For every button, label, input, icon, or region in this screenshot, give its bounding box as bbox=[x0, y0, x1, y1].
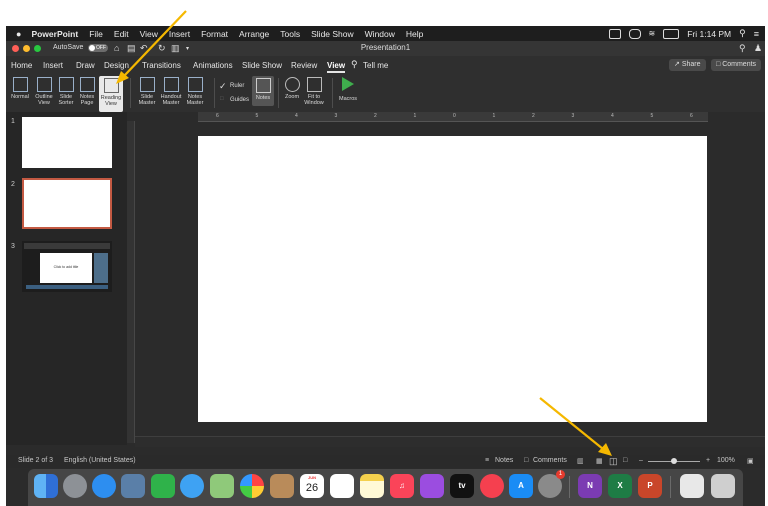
annotation-overlay bbox=[116, 10, 612, 456]
annotation-arrow-top bbox=[116, 10, 187, 84]
annotation-arrow-bottom bbox=[539, 397, 612, 456]
